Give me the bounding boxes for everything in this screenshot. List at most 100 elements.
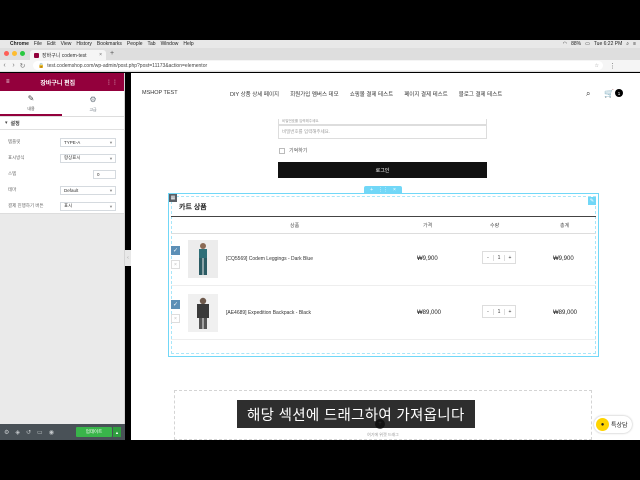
checkout-button-select[interactable]: 표시 ▼ [60, 201, 116, 211]
section-handle[interactable]: + ⋮⋮ × [364, 186, 402, 193]
remove-item-icon[interactable]: × [171, 314, 180, 323]
settings-icon[interactable]: ⚙ [4, 429, 9, 436]
layers-icon[interactable]: ◈ [15, 429, 20, 436]
close-tab-icon[interactable]: × [99, 52, 102, 58]
battery-icon[interactable]: ▭ [585, 41, 590, 47]
quantity-value[interactable]: 1 [493, 254, 505, 261]
window-controls [4, 51, 25, 56]
add-icon[interactable]: + [370, 187, 373, 193]
tab-content[interactable]: ✎ 내용 [0, 91, 62, 116]
close-icon[interactable]: × [393, 187, 396, 193]
controls-list: 템플릿 TYPE-A ▼ 표시방식 항상표시 ▼ 스텝 0 테마 Default ▼ … [0, 130, 124, 214]
control-display-mode-label: 표시방식 [8, 155, 25, 160]
back-icon[interactable]: ‹ [0, 62, 9, 69]
menu-view[interactable]: View [61, 41, 72, 47]
step-input[interactable]: 0 [93, 169, 116, 179]
publish-options-icon[interactable]: ▲ [113, 427, 121, 437]
close-window-button[interactable] [4, 51, 9, 56]
nav-item-shop[interactable]: 쇼핑몰 결제 테스트 [350, 90, 394, 98]
increase-quantity-button[interactable]: + [505, 309, 515, 315]
remember-checkbox[interactable] [279, 147, 285, 154]
product-name[interactable]: [CQ5569] Codem Leggings - Dark Blue [226, 256, 313, 262]
menu-file[interactable]: File [34, 41, 42, 47]
control-template-label: 템플릿 [8, 139, 21, 144]
theme-select-value: Default [64, 187, 79, 193]
row-total: ₩9,900 [553, 256, 574, 262]
control-template: 템플릿 TYPE-A ▼ [0, 134, 124, 150]
reload-icon[interactable]: ↻ [18, 62, 27, 70]
nav-item-blog[interactable]: 블로그 결제 테스트 [459, 90, 503, 98]
product-name[interactable]: [AE4689] Expedition Backpack - Black [226, 310, 311, 316]
widgets-grid-icon[interactable]: ⋮⋮ [106, 79, 118, 86]
cart-title: 카트 상품 [179, 204, 207, 211]
address-bar[interactable]: 🔒 test.codemshop.com/wp-admin/post.php?p… [33, 61, 603, 70]
drag-grid-icon[interactable]: ⋮⋮ [378, 187, 388, 193]
remember-me[interactable]: 기억하기 [279, 147, 487, 154]
chevron-down-icon: ▼ [109, 155, 113, 161]
history-icon[interactable]: ↺ [26, 429, 31, 436]
increase-quantity-button[interactable]: + [505, 255, 515, 261]
menu-chrome[interactable]: Chrome [10, 41, 29, 47]
list-icon[interactable]: ≡ [633, 41, 636, 47]
chevron-down-icon: ▼ [109, 139, 113, 145]
search-icon[interactable]: ⌕ [586, 89, 590, 99]
nav-item-page[interactable]: 페이지 결제 테스트 [404, 90, 448, 98]
checkout-button-select-value: 표시 [64, 203, 73, 208]
header-quantity: 수량 [490, 223, 500, 229]
row-checkbox[interactable]: ✓ [171, 300, 180, 309]
maximize-window-button[interactable] [20, 51, 25, 56]
mac-menubar: Chrome File Edit View History Bookmarks … [0, 40, 640, 48]
new-tab-icon[interactable]: + [110, 50, 114, 57]
tab-advanced[interactable]: ⚙ 고급 [62, 91, 124, 116]
row-total: ₩89,000 [553, 310, 578, 316]
cart-widget[interactable]: ▦ ✎ 카트 상품 상품 가격 수량 총계 ✓ × [CQ5569] Codem… [168, 193, 599, 357]
pencil-icon: ✎ [27, 93, 35, 103]
nav-item-diy[interactable]: DIY 상품 상세 페이지 [230, 90, 279, 98]
panel-tabs: ✎ 내용 ⚙ 고급 [0, 91, 124, 117]
quantity-stepper: - 1 + [482, 305, 516, 318]
menu-people[interactable]: People [127, 41, 143, 47]
quantity-value[interactable]: 1 [493, 308, 505, 315]
menu-history[interactable]: History [76, 41, 92, 47]
menu-help[interactable]: Help [183, 41, 193, 47]
menu-tab[interactable]: Tab [148, 41, 156, 47]
column-handle-icon[interactable]: ▦ [169, 194, 177, 202]
password-input[interactable]: 비밀번호를 입력해주세요. [278, 125, 487, 139]
cart-icon[interactable]: 🛒 [604, 89, 614, 98]
product-thumbnail[interactable] [188, 294, 218, 332]
section-settings-toggle[interactable]: ▾ 설정 [0, 117, 124, 130]
browser-tab[interactable]: 장바구니 codem-test × [30, 50, 106, 60]
display-mode-select[interactable]: 항상표시 ▼ [60, 153, 116, 163]
site-logo[interactable]: MSHOP TEST [142, 90, 178, 96]
clock[interactable]: Tue 6:22 PM [594, 41, 622, 47]
hamburger-icon[interactable]: ≡ [6, 79, 10, 85]
remove-item-icon[interactable]: × [171, 260, 180, 269]
bookmark-star-icon[interactable]: ☆ [595, 63, 603, 69]
panel-footer: ⚙ ◈ ↺ ▭ ◉ 업데이트 ▲ [0, 424, 125, 440]
nav-item-members[interactable]: 회원가입 멤버스 데모 [290, 90, 339, 98]
product-price: ₩89,000 [417, 310, 442, 316]
menu-window[interactable]: Window [161, 41, 179, 47]
elementor-panel: ≡ 장바구니 편집 ⋮⋮ ✎ 내용 ⚙ 고급 ▾ 설정 템플릿 TYPE-A ▼ … [0, 73, 125, 440]
product-thumbnail[interactable] [188, 240, 218, 278]
responsive-icon[interactable]: ▭ [37, 429, 43, 436]
decrease-quantity-button[interactable]: - [483, 255, 493, 261]
update-button[interactable]: 업데이트 [76, 427, 112, 437]
chrome-menu-icon[interactable]: ⋮ [609, 62, 616, 70]
menu-edit[interactable]: Edit [47, 41, 56, 47]
row-checkbox[interactable]: ✓ [171, 246, 180, 255]
preview-eye-icon[interactable]: ◉ [49, 429, 54, 436]
template-select[interactable]: TYPE-A ▼ [60, 137, 116, 147]
lock-icon: 🔒 [38, 62, 45, 69]
decrease-quantity-button[interactable]: - [483, 309, 493, 315]
forward-icon[interactable]: › [9, 62, 18, 69]
minimize-window-button[interactable] [12, 51, 17, 56]
panel-title: 장바구니 편집 [40, 80, 76, 87]
theme-select[interactable]: Default ▼ [60, 185, 116, 195]
wifi-icon[interactable]: ◠ [563, 41, 567, 47]
search-icon[interactable]: ⌕ [626, 41, 629, 47]
header-price: 가격 [423, 223, 433, 229]
edit-widget-pencil-icon[interactable]: ✎ [588, 197, 596, 205]
login-button[interactable]: 로그인 [278, 162, 487, 178]
menu-bookmarks[interactable]: Bookmarks [97, 41, 122, 47]
